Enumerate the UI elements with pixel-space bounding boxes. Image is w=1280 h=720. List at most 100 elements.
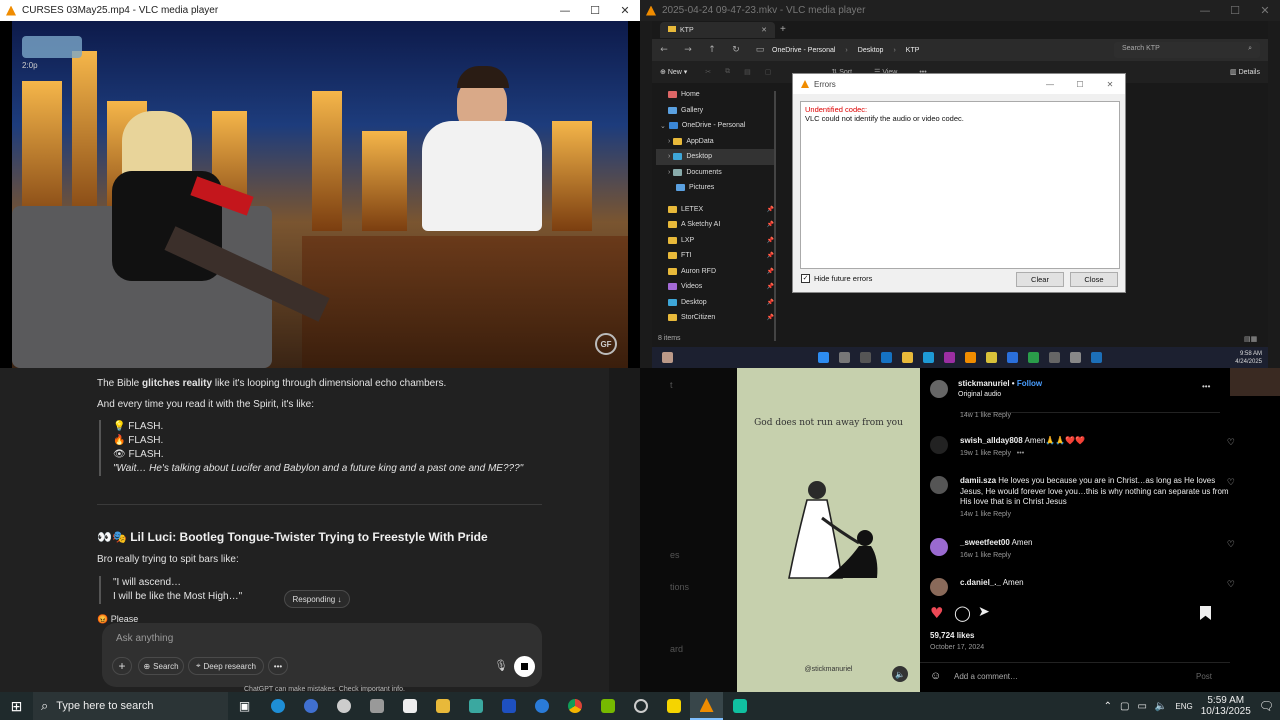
error-dialog-titlebar[interactable]: Errors — ☐ ✕ [793,74,1125,94]
start-button[interactable]: ⊞ [0,692,33,720]
commenter-avatar[interactable] [930,578,948,596]
sidebar-item-pinned[interactable]: A Sketchy AI 📌 [656,217,774,233]
sidebar-item-pinned[interactable]: FTI 📌 [656,248,774,264]
explorer-icon[interactable] [902,352,913,363]
minimize-icon[interactable]: — [550,4,580,17]
copy-icon[interactable]: ⧉ [725,68,730,76]
taskbar-app[interactable] [327,692,360,720]
search-button[interactable]: ⊕ Search [138,657,184,675]
share-icon[interactable]: ➤ [978,604,990,620]
like-comment-icon[interactable]: ♡ [1227,540,1235,550]
taskbar-nvidia[interactable] [591,692,624,720]
like-heart-icon[interactable]: ♥ [930,604,943,622]
crumb-onedrive[interactable]: OneDrive - Personal [772,47,835,54]
taskbar-app[interactable] [624,692,657,720]
tray-chevron-icon[interactable]: ⌃ [1104,701,1112,712]
close-button[interactable]: Close [1070,272,1118,287]
details-button[interactable]: ▥ Details [1230,68,1260,76]
more-options-icon[interactable]: ••• [268,657,288,675]
speaker-icon[interactable]: 🔈 [1155,701,1167,712]
up-icon[interactable]: ↑ [700,45,724,55]
app-icon[interactable] [944,352,955,363]
add-comment-input[interactable]: Add a comment… [954,672,1018,681]
responding-button[interactable]: Responding ↓ [284,590,350,608]
start-icon[interactable] [818,352,829,363]
maximize-icon[interactable]: ☐ [580,4,610,17]
outlook-icon[interactable] [881,352,892,363]
commenter-avatar[interactable] [930,436,948,454]
app-icon[interactable] [923,352,934,363]
commenter-avatar[interactable] [930,476,948,494]
taskbar-clock[interactable]: 5:59 AM 10/13/2025 [1201,695,1251,717]
sidebar-item-pinned[interactable]: LXP 📌 [656,233,774,249]
taskbar-app[interactable] [525,692,558,720]
crumb-desktop[interactable]: Desktop [858,47,884,54]
breadcrumb[interactable]: OneDrive - Personal › Desktop › KTP [772,47,929,54]
refresh-icon[interactable]: ↻ [724,45,748,55]
search-icon[interactable] [839,352,850,363]
minimize-icon[interactable]: — [1035,80,1065,89]
taskbar-app[interactable] [360,692,393,720]
commenter-name[interactable]: _sweetfeet00 [960,538,1010,547]
commenter-name[interactable]: swish_allday808 [960,436,1023,445]
vlc1-titlebar[interactable]: CURSES 03May25.mp4 - VLC media player — … [0,0,640,21]
add-icon[interactable]: + [112,657,132,675]
prompt-input[interactable]: Ask anything [116,633,173,644]
app-icon[interactable] [1091,352,1102,363]
network-icon[interactable]: ▭ [1137,701,1146,712]
checkbox-icon[interactable]: ✓ [801,274,810,283]
emoji-icon[interactable]: ☺ [930,670,941,682]
stop-button[interactable] [514,656,535,677]
sidebar-item-documents[interactable]: › Documents [656,165,774,181]
new-tab-icon[interactable]: + [780,24,786,35]
deep-research-button[interactable]: ⌖ Deep research [188,657,264,675]
sidebar-item-gallery[interactable]: Gallery [656,103,774,119]
widget-icon[interactable] [662,352,673,363]
close-icon[interactable]: ✕ [610,4,640,17]
taskbar-search[interactable]: ⌕ Type here to search [33,692,228,720]
back-icon[interactable]: ← [652,45,676,55]
like-comment-icon[interactable]: ♡ [1227,580,1235,590]
author-avatar[interactable] [930,380,948,398]
inner-clock[interactable]: 9:58 AM 4/24/2025 [1235,350,1262,366]
like-comment-icon[interactable]: ♡ [1227,438,1235,448]
vlc2-titlebar[interactable]: 2025-04-24 09-47-23.mkv - VLC media play… [640,0,1280,21]
maximize-icon[interactable]: ☐ [1220,4,1250,17]
close-tab-icon[interactable]: ✕ [761,26,767,34]
bookmark-icon[interactable] [1200,606,1211,620]
sidebar-item-appdata[interactable]: › AppData [656,134,774,150]
taskbar-explorer[interactable] [426,692,459,720]
taskbar-chrome[interactable] [558,692,591,720]
sidebar-scrollbar[interactable] [774,91,776,341]
sidebar-item-home[interactable]: Home [656,87,774,103]
post-image[interactable]: God does not run away from you @stickman… [737,368,920,692]
sidebar-item-desktop-selected[interactable]: › Desktop [656,149,774,165]
mute-icon[interactable]: 🔈 [892,666,908,682]
new-button[interactable]: ⊕ New ▾ [660,68,687,76]
task-view-button[interactable]: ▣ [228,692,261,720]
taskbar-app[interactable] [459,692,492,720]
sidebar-item-pinned[interactable]: LETEX 📌 [656,202,774,218]
taskview-icon[interactable] [860,352,871,363]
explorer-tab[interactable]: KTP ✕ [660,22,775,38]
sidebar-item-onedrive[interactable]: ⌄ OneDrive - Personal [656,118,774,134]
tray-app-icon[interactable]: ▢ [1120,701,1129,712]
commenter-name[interactable]: damii.sza [960,476,996,485]
follow-button[interactable]: Follow [1017,379,1042,388]
taskbar-edge[interactable] [261,692,294,720]
comment-icon[interactable]: ◯ [954,604,971,622]
app-icon[interactable] [1049,352,1060,363]
cut-icon[interactable]: ✂ [705,68,711,76]
like-comment-icon[interactable]: ♡ [1227,478,1235,488]
likes-count[interactable]: 59,724 likes [930,631,974,640]
paste-icon[interactable]: ▤ [744,68,751,76]
audio-label[interactable]: Original audio [958,391,1001,398]
author-name[interactable]: stickmanuriel [958,379,1010,388]
error-message-box[interactable]: Undentified codec: VLC could not identif… [800,101,1120,269]
sidebar-item-pinned[interactable]: Videos 📌 [656,279,774,295]
commenter-name[interactable]: c.daniel_._ [960,578,1001,587]
taskbar-store[interactable] [393,692,426,720]
close-icon[interactable]: ✕ [1250,4,1280,17]
clear-button[interactable]: Clear [1016,272,1064,287]
crumb-ktp[interactable]: KTP [906,47,920,54]
